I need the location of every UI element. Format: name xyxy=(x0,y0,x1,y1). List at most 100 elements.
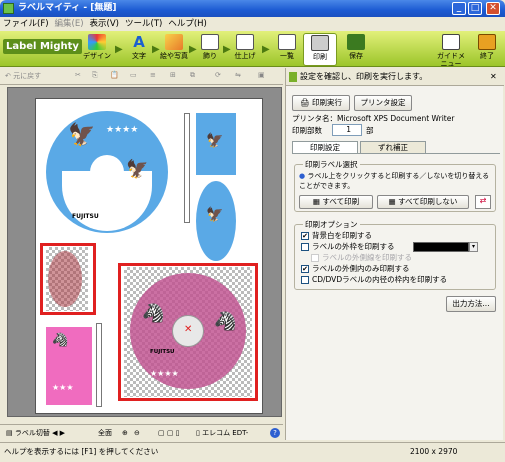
arrow-icon: ▶ xyxy=(262,44,270,55)
full-view-button[interactable]: 全面 xyxy=(98,425,112,442)
printer-settings-button[interactable]: プリンタ設定 xyxy=(354,95,412,111)
minimize-button[interactable]: _ xyxy=(452,2,466,15)
status-bar: ヘルプを表示するには [F1] を押してください 2100 x 2970 xyxy=(0,442,505,462)
bird-icon: 🦅 xyxy=(68,123,96,148)
finish-icon xyxy=(236,34,254,50)
help-icon[interactable]: ? xyxy=(270,428,280,438)
ribbon-decor[interactable]: 飾り xyxy=(193,33,227,66)
order-icon[interactable]: ⧉ xyxy=(190,71,195,80)
ribbon-save[interactable]: 保存 xyxy=(339,33,373,66)
select-group-title: 印刷ラベル選択 xyxy=(303,159,360,170)
label-small-blue[interactable]: 🦅 xyxy=(196,113,236,175)
cut-icon[interactable]: ✂ xyxy=(75,71,81,79)
edit-toolbar: ↶ 元に戻す ✂ ⎘ 📋 ▭ ≡ ⊞ ⧉ ⟳ ⇋ ▣ xyxy=(0,68,283,85)
zebra-icon: 🦓 xyxy=(52,333,69,348)
label-oval-blue[interactable]: 🦅 xyxy=(196,181,236,261)
label-pink[interactable]: 🦓 ★★★ xyxy=(46,327,92,405)
menu-tools[interactable]: ツール(T) xyxy=(122,17,165,31)
bullet-icon: ● xyxy=(299,172,306,180)
save-icon xyxy=(347,34,365,50)
canvas-bottom-bar: ▤ ラベル切替 ◀ ▶ 全面 ⊕ ⊖ ▢ ▢ ▯ ▯ エレコム EDT- ? xyxy=(0,424,283,441)
bird-icon: 🦅 xyxy=(126,159,149,180)
view-icon[interactable]: ▢ ▢ ▯ xyxy=(158,425,180,442)
paste-icon[interactable]: 📋 xyxy=(110,71,119,79)
menu-file[interactable]: ファイル(F) xyxy=(0,17,52,31)
app-logo: Label Mighty xyxy=(3,39,82,54)
copies-label: 印刷部数 xyxy=(292,126,322,135)
window-title: ラベルマイティ - [無題] xyxy=(18,3,117,13)
title-bar: ラベルマイティ - [無題] xyxy=(0,0,505,17)
group-icon[interactable]: ⊞ xyxy=(170,71,176,79)
exit-door-icon xyxy=(478,34,496,50)
label-switch-button[interactable]: ▤ ラベル切替 ◀ ▶ xyxy=(6,425,65,442)
chevron-down-icon[interactable]: ▾ xyxy=(469,242,478,252)
ribbon-finish[interactable]: 仕上げ xyxy=(228,33,262,66)
option-white-bg[interactable]: ✔ 背景白を印刷する xyxy=(301,231,372,241)
option-inside-only[interactable]: ✔ ラベルの外側内のみ印刷する xyxy=(301,264,410,274)
align-icon[interactable]: ≡ xyxy=(150,71,156,79)
panel-close-icon[interactable]: ✕ xyxy=(490,68,497,86)
checkbox-checked-icon: ✔ xyxy=(301,232,309,240)
options-group-title: 印刷オプション xyxy=(303,219,360,230)
option-cd-inner[interactable]: CD/DVDラベルの内径の枠内を印刷する xyxy=(301,275,447,285)
print-all-button[interactable]: ▦ すべて印刷 xyxy=(299,195,373,209)
design-icon xyxy=(88,34,106,50)
print-none-button[interactable]: ▦ すべて印刷しない xyxy=(377,195,469,209)
menu-view[interactable]: 表示(V) xyxy=(87,17,122,31)
grid-icon xyxy=(442,34,460,50)
tab-divider xyxy=(292,153,500,154)
undo-button[interactable]: ↶ 元に戻す xyxy=(5,71,41,81)
zoom-in-icon[interactable]: ⊕ xyxy=(122,425,128,442)
select-group: 印刷ラベル選択 ● ラベル上をクリックすると印刷する／しないを切り替えることがで… xyxy=(294,159,496,212)
printer-name: プリンタ名：Microsoft XPS Document Writer xyxy=(292,114,455,123)
spine-strip xyxy=(184,113,190,223)
text-a-icon: A xyxy=(133,33,145,51)
maximize-button[interactable]: □ xyxy=(468,2,482,15)
menu-help[interactable]: ヘルプ(H) xyxy=(165,17,210,31)
menu-bar: ファイル(F) 編集(E) 表示(V) ツール(T) ヘルプ(H) xyxy=(0,17,505,31)
zoom-out-icon[interactable]: ⊖ xyxy=(134,425,140,442)
ribbon: Label Mighty デザイン ▶ A 文字 ▶ 絵や写真 ▶ 飾り ▶ 仕上… xyxy=(0,31,505,68)
checkbox-disabled-icon xyxy=(311,254,319,262)
ribbon-text[interactable]: A 文字 xyxy=(122,33,156,66)
cd-label-blue[interactable]: 🦅 🦅 ★★★★ FUJITSU xyxy=(46,111,168,233)
frame-color-select[interactable] xyxy=(413,242,469,252)
stars-icon: ★★★ xyxy=(52,383,74,392)
option-outer-line[interactable]: ラベルの外側線を印刷する xyxy=(311,253,412,263)
copies-unit: 部 xyxy=(366,126,374,135)
checkbox-icon xyxy=(301,276,309,284)
output-method-button[interactable]: 出力方法... xyxy=(446,296,496,312)
more-icon[interactable]: ▣ xyxy=(258,71,265,79)
ribbon-guide-menu[interactable]: ガイドメニュー xyxy=(434,33,468,68)
option-outer-frame[interactable]: ラベルの外枠を印刷する xyxy=(301,242,395,252)
selection-frame xyxy=(40,243,96,315)
ribbon-images[interactable]: 絵や写真 xyxy=(157,33,191,66)
bird-icon: 🦅 xyxy=(206,207,224,223)
app-icon xyxy=(3,3,14,14)
flip-icon[interactable]: ⇋ xyxy=(235,71,241,79)
cd-white-area xyxy=(62,171,152,231)
bird-icon: 🦅 xyxy=(206,133,224,149)
copy-icon[interactable]: ⎘ xyxy=(92,71,98,80)
ribbon-design[interactable]: デザイン xyxy=(80,33,114,66)
page-size: 2100 x 2970 xyxy=(410,447,458,456)
ribbon-print[interactable]: 印刷 xyxy=(303,33,337,66)
pencil-icon xyxy=(289,72,297,82)
close-button[interactable]: ✕ xyxy=(486,2,500,15)
menu-edit[interactable]: 編集(E) xyxy=(52,17,87,31)
rotate-icon[interactable]: ⟳ xyxy=(215,71,221,79)
status-text: ヘルプを表示するには [F1] を押してください xyxy=(4,447,159,456)
spine-strip xyxy=(96,323,102,407)
toggle-icon[interactable]: ⇄ xyxy=(475,195,491,209)
label-canvas[interactable]: 🦅 🦅 ★★★★ FUJITSU 🦅 🦅 🦓 ★★★ ✕ 🦓 🦓 FUJITSU … xyxy=(7,87,282,417)
brand-text: FUJITSU xyxy=(72,213,99,220)
options-group: 印刷オプション ✔ 背景白を印刷する ラベルの外枠を印刷する ▾ ラベルの外側線を… xyxy=(294,219,496,290)
copies-input[interactable]: 1 xyxy=(332,124,362,136)
select-icon[interactable]: ▭ xyxy=(130,71,137,79)
list-icon xyxy=(278,34,296,50)
ribbon-exit[interactable]: 終了 xyxy=(470,33,504,66)
print-execute-button[interactable]: 🖨 印刷実行 xyxy=(292,95,350,111)
panel-header: 設定を確認し、印刷を実行します。 ✕ xyxy=(286,68,504,86)
select-note: ● ラベル上をクリックすると印刷する／しないを切り替えることができます。 xyxy=(299,172,490,190)
ribbon-list[interactable]: 一覧 xyxy=(270,33,304,66)
